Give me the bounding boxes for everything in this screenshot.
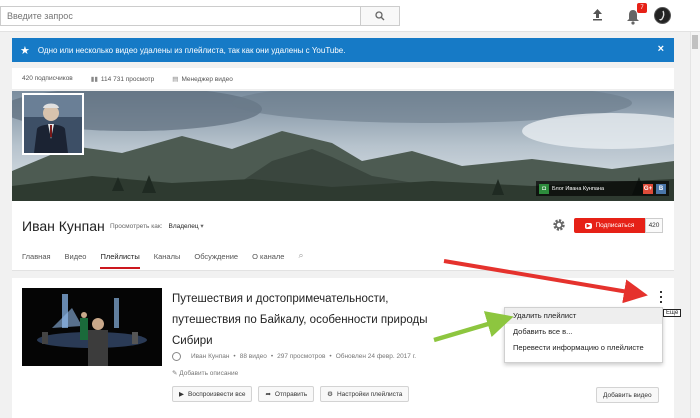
menu-item-add-all-to[interactable]: Добавить все в... bbox=[505, 324, 662, 340]
chevron-down-icon: ▾ bbox=[200, 223, 204, 230]
blog-link[interactable]: Блог Ивана Кунпана bbox=[552, 186, 604, 192]
playlist-updated: Обновлен 24 февр. 2017 г. bbox=[335, 353, 417, 360]
playlist-meta: Иван Кунпан • 88 видео • 297 просмотров … bbox=[172, 352, 416, 361]
youtube-play-icon: ▶ bbox=[584, 222, 593, 229]
menu-item-translate-info[interactable]: Перевести информацию о плейлисте bbox=[505, 340, 662, 356]
tab-discussion[interactable]: Обсуждение bbox=[194, 252, 238, 269]
view-as-value: Владелец bbox=[168, 223, 199, 230]
playlist-actions: ▶ Воспроизвести все ➦ Отправить ⚙ Настройки… bbox=[172, 386, 410, 402]
playlist-views: 297 просмотров bbox=[277, 353, 326, 360]
subscriber-count: 420 bbox=[645, 218, 663, 233]
playlist-author[interactable]: Иван Кунпан bbox=[191, 353, 229, 360]
search-button[interactable] bbox=[360, 6, 400, 26]
upload-icon bbox=[592, 9, 602, 21]
playlist-settings-label: Настройки плейлиста bbox=[336, 390, 403, 398]
gear-icon: ⚙ bbox=[327, 391, 333, 398]
channel-settings-button[interactable] bbox=[552, 218, 566, 232]
search-icon bbox=[375, 11, 385, 21]
share-icon: ➦ bbox=[265, 391, 271, 398]
play-all-button[interactable]: ▶ Воспроизвести все bbox=[172, 386, 253, 402]
search-input[interactable] bbox=[0, 6, 360, 26]
menu-item-delete-playlist[interactable]: Удалить плейлист bbox=[505, 308, 662, 324]
playlist-thumbnail[interactable] bbox=[22, 288, 162, 366]
account-avatar[interactable] bbox=[654, 7, 671, 24]
view-as-label: Просмотреть как: bbox=[110, 223, 163, 230]
blog-icon: ◘ bbox=[539, 183, 549, 194]
bar-chart-icon: ▮▮ bbox=[90, 75, 98, 83]
film-icon: ▤ bbox=[172, 75, 179, 83]
views-stat-label: 114 731 просмотр bbox=[100, 75, 155, 83]
close-icon[interactable]: × bbox=[658, 43, 664, 55]
views-stat[interactable]: ▮▮ 114 731 просмотр bbox=[91, 75, 155, 83]
subscribe-label: Подписаться bbox=[595, 222, 635, 229]
add-description-label: Добавить описание bbox=[179, 370, 239, 377]
meta-separator: • bbox=[329, 353, 332, 360]
scrollbar-thumb[interactable] bbox=[692, 35, 698, 49]
meta-separator: • bbox=[233, 353, 236, 360]
channel-search-icon[interactable]: ⌕ bbox=[298, 250, 303, 269]
gear-icon bbox=[553, 219, 565, 231]
notification-count-badge: 7 bbox=[637, 3, 647, 13]
play-icon: ▶ bbox=[179, 391, 184, 398]
more-vert-dot bbox=[660, 295, 662, 298]
channel-avatar[interactable] bbox=[22, 93, 84, 155]
view-as-selector[interactable]: Просмотреть как: Владелец ▾ bbox=[110, 222, 204, 230]
add-description-link[interactable]: ✎ Добавить описание bbox=[172, 369, 238, 377]
share-button[interactable]: ➦ Отправить bbox=[258, 386, 315, 402]
meta-separator: • bbox=[270, 353, 274, 360]
add-video-button[interactable]: Добавить видео bbox=[596, 387, 659, 403]
notification-banner: ★ Одно или несколько видео удалены из пл… bbox=[12, 38, 674, 62]
channel-name[interactable]: Иван Кунпан bbox=[22, 218, 105, 234]
scrollbar[interactable] bbox=[690, 32, 700, 418]
channel-avatar-image bbox=[24, 95, 82, 153]
more-vert-dot bbox=[660, 300, 662, 303]
tab-home[interactable]: Главная bbox=[22, 252, 51, 269]
google-plus-icon[interactable]: G+ bbox=[643, 183, 653, 194]
playlist-title[interactable]: Путешествия и достопримечательности, пут… bbox=[172, 289, 432, 352]
more-vert-icon bbox=[660, 291, 662, 294]
globe-icon bbox=[172, 352, 181, 361]
channel-stats-bar: 420 подписчиков ▮▮ 114 731 просмотр ▤ Мене… bbox=[12, 68, 674, 90]
channel-tabs: Главная Видео Плейлисты Каналы Обсуждени… bbox=[22, 250, 304, 269]
tab-about[interactable]: О канале bbox=[252, 252, 284, 269]
subscriber-stat[interactable]: 420 подписчиков bbox=[22, 75, 73, 82]
more-actions-button[interactable] bbox=[657, 290, 665, 304]
upload-button[interactable] bbox=[590, 8, 604, 22]
playlist-video-count: 88 видео bbox=[239, 353, 267, 360]
banner-links: ◘ Блог Ивана Кунпана G+ В bbox=[536, 181, 669, 196]
notification-text: Одно или несколько видео удалены из плей… bbox=[37, 45, 346, 55]
play-all-label: Воспроизвести все bbox=[188, 390, 246, 398]
playlist-settings-button[interactable]: ⚙ Настройки плейлиста bbox=[320, 386, 410, 402]
share-label: Отправить bbox=[274, 390, 308, 398]
video-manager-label: Менеджер видео bbox=[181, 75, 233, 83]
playlist-thumbnail-image bbox=[22, 288, 162, 366]
avatar-icon bbox=[655, 8, 670, 23]
video-manager-link[interactable]: ▤ Менеджер видео bbox=[172, 75, 233, 83]
playlist-more-menu: Удалить плейлист Добавить все в... Перев… bbox=[504, 307, 663, 363]
tab-playlists[interactable]: Плейлисты bbox=[100, 252, 140, 269]
subscribe-button[interactable]: ▶ Подписаться bbox=[574, 218, 645, 233]
star-icon: ★ bbox=[20, 44, 30, 57]
more-tooltip: Ещё bbox=[663, 309, 682, 317]
tab-channels[interactable]: Каналы bbox=[154, 252, 181, 269]
vk-icon[interactable]: В bbox=[656, 183, 666, 194]
tab-videos[interactable]: Видео bbox=[65, 252, 87, 269]
